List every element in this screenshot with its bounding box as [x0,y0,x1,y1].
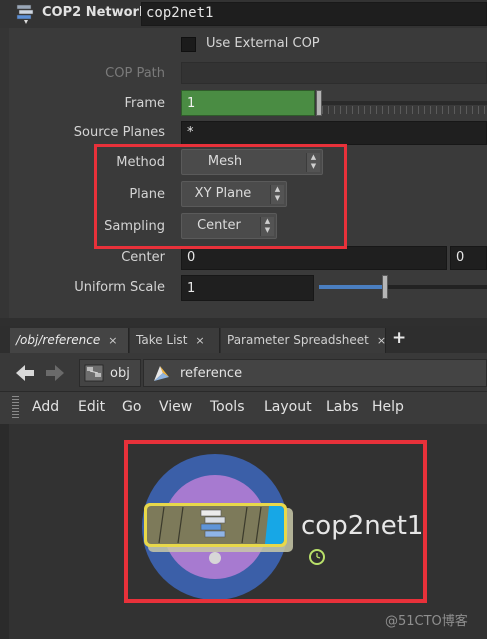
breadcrumb-label: obj [110,366,130,381]
pane-splitter[interactable] [0,318,487,326]
watermark-text: @51CTO博客 [385,614,468,629]
breadcrumb-reference[interactable]: reference [143,359,487,387]
menu-edit[interactable]: Edit [78,399,105,415]
menu-tools[interactable]: Tools [210,399,245,415]
forward-arrow-icon[interactable] [44,363,66,383]
tab-label: /obj/reference [16,333,101,347]
menu-help[interactable]: Help [372,399,404,415]
cop-path-label: COP Path [105,66,165,81]
highlight-box [94,144,347,249]
menu-layout[interactable]: Layout [264,399,312,415]
tab-label: Take List [136,333,188,347]
frame-slider-ticks [322,106,487,114]
cop2-network-icon [16,4,34,24]
parameter-panel: COP2 Network cop2net1 Use External COP C… [0,0,487,318]
breadcrumb-label: reference [180,366,243,381]
center-y-field[interactable]: 0 [450,246,487,270]
center-label: Center [121,250,165,265]
geometry-object-icon [154,366,169,381]
operator-name-field[interactable]: cop2net1 [141,2,487,26]
tab-bar: /obj/reference × Take List × Parameter Spr… [0,326,487,353]
network-left-edge [0,424,9,639]
close-icon[interactable]: × [377,334,386,347]
tab-label: Parameter Spreadsheet [227,333,369,347]
uniform-scale-slider-handle[interactable] [382,275,388,299]
menu-add[interactable]: Add [32,399,59,415]
tab-obj-reference[interactable]: /obj/reference × [10,328,129,353]
path-bar: obj reference [0,353,487,392]
close-icon[interactable]: × [108,334,117,347]
menu-labs[interactable]: Labs [326,399,359,415]
menu-view[interactable]: View [159,399,192,415]
frame-slider-track[interactable] [322,101,487,105]
menu-grip-handle[interactable] [12,396,19,420]
operator-type-label: COP2 Network [42,5,148,20]
breadcrumb-obj[interactable]: obj [79,359,141,387]
tab-take-list[interactable]: Take List × [130,328,220,353]
highlight-box [124,440,427,603]
add-tab-button[interactable]: + [392,328,406,348]
panel-left-strip [0,28,9,318]
uniform-scale-label: Uniform Scale [74,280,165,295]
network-folder-icon [84,364,104,382]
frame-field[interactable]: 1 [181,90,315,116]
network-editor[interactable]: cop2net1 @51CTO博客 [9,424,487,639]
uniform-scale-slider-fill[interactable] [319,285,383,289]
source-planes-label: Source Planes [73,125,165,140]
uniform-scale-field[interactable]: 1 [181,275,314,301]
close-icon[interactable]: × [195,334,204,347]
back-arrow-icon[interactable] [14,363,36,383]
operator-header: COP2 Network cop2net1 [0,0,487,28]
uniform-scale-slider-track[interactable] [383,285,487,289]
use-external-cop-label: Use External COP [206,36,320,51]
menu-go[interactable]: Go [122,399,141,415]
tab-parameter-spreadsheet[interactable]: Parameter Spreadsheet × [221,328,386,353]
source-planes-field[interactable]: * [181,121,487,145]
network-menu-bar: Add Edit Go View Tools Layout Labs Help [0,392,487,424]
use-external-cop-checkbox[interactable] [181,37,196,52]
frame-label: Frame [124,96,165,111]
cop-path-field [181,62,487,84]
center-x-field[interactable]: 0 [181,246,447,270]
